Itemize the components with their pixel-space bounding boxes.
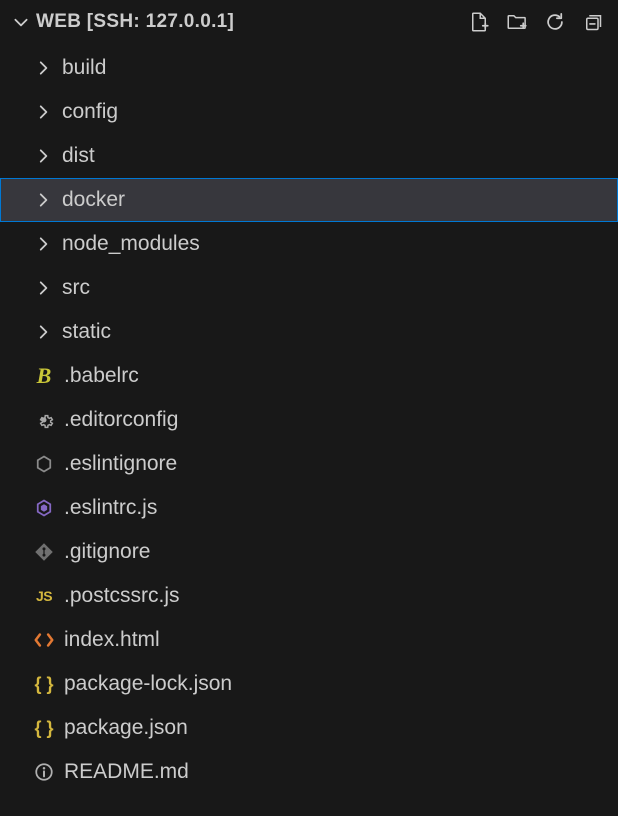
file-label: package.json (64, 716, 188, 740)
file-package-json[interactable]: { } package.json (0, 706, 618, 750)
js-icon: JS (32, 584, 56, 608)
folder-docker[interactable]: docker (0, 178, 618, 222)
gear-icon (32, 408, 56, 432)
file-package-lock[interactable]: { } package-lock.json (0, 662, 618, 706)
file-label: .babelrc (64, 364, 139, 388)
folder-build[interactable]: build (0, 46, 618, 90)
info-icon (32, 760, 56, 784)
collapse-all-icon[interactable] (582, 11, 604, 33)
file-label: .postcssrc.js (64, 584, 180, 608)
file-label: .editorconfig (64, 408, 178, 432)
folder-label: dist (62, 144, 95, 168)
folder-label: node_modules (62, 232, 200, 256)
json-icon: { } (32, 716, 56, 740)
file-label: README.md (64, 760, 189, 784)
file-label: package-lock.json (64, 672, 232, 696)
folder-label: config (62, 100, 118, 124)
file-editorconfig[interactable]: .editorconfig (0, 398, 618, 442)
file-label: .eslintignore (64, 452, 177, 476)
file-eslintignore[interactable]: .eslintignore (0, 442, 618, 486)
file-label: .gitignore (64, 540, 150, 564)
refresh-icon[interactable] (544, 11, 566, 33)
file-tree: build config dist docker node_modules sr… (0, 44, 618, 794)
folder-label: static (62, 320, 111, 344)
file-label: .eslintrc.js (64, 496, 157, 520)
chevron-down-icon (10, 11, 32, 33)
chevron-right-icon (32, 321, 54, 343)
chevron-right-icon (32, 277, 54, 299)
new-folder-icon[interactable] (506, 11, 528, 33)
folder-label: docker (62, 188, 125, 212)
html-icon (32, 628, 56, 652)
explorer-header-left[interactable]: WEB [SSH: 127.0.0.1] (8, 11, 234, 33)
file-readme[interactable]: README.md (0, 750, 618, 794)
explorer-header: WEB [SSH: 127.0.0.1] (0, 0, 618, 44)
folder-label: src (62, 276, 90, 300)
explorer-title: WEB [SSH: 127.0.0.1] (36, 11, 234, 33)
file-postcssrc[interactable]: JS .postcssrc.js (0, 574, 618, 618)
file-babelrc[interactable]: B .babelrc (0, 354, 618, 398)
eslint-icon (32, 496, 56, 520)
folder-src[interactable]: src (0, 266, 618, 310)
file-gitignore[interactable]: .gitignore (0, 530, 618, 574)
folder-node-modules[interactable]: node_modules (0, 222, 618, 266)
chevron-right-icon (32, 145, 54, 167)
folder-config[interactable]: config (0, 90, 618, 134)
explorer-actions (468, 11, 608, 33)
chevron-right-icon (32, 189, 54, 211)
folder-label: build (62, 56, 106, 80)
folder-dist[interactable]: dist (0, 134, 618, 178)
file-eslintrc[interactable]: .eslintrc.js (0, 486, 618, 530)
file-index-html[interactable]: index.html (0, 618, 618, 662)
chevron-right-icon (32, 57, 54, 79)
eslint-ignore-icon (32, 452, 56, 476)
file-label: index.html (64, 628, 160, 652)
chevron-right-icon (32, 233, 54, 255)
new-file-icon[interactable] (468, 11, 490, 33)
git-icon (32, 540, 56, 564)
folder-static[interactable]: static (0, 310, 618, 354)
chevron-right-icon (32, 101, 54, 123)
json-icon: { } (32, 672, 56, 696)
babel-icon: B (32, 364, 56, 388)
